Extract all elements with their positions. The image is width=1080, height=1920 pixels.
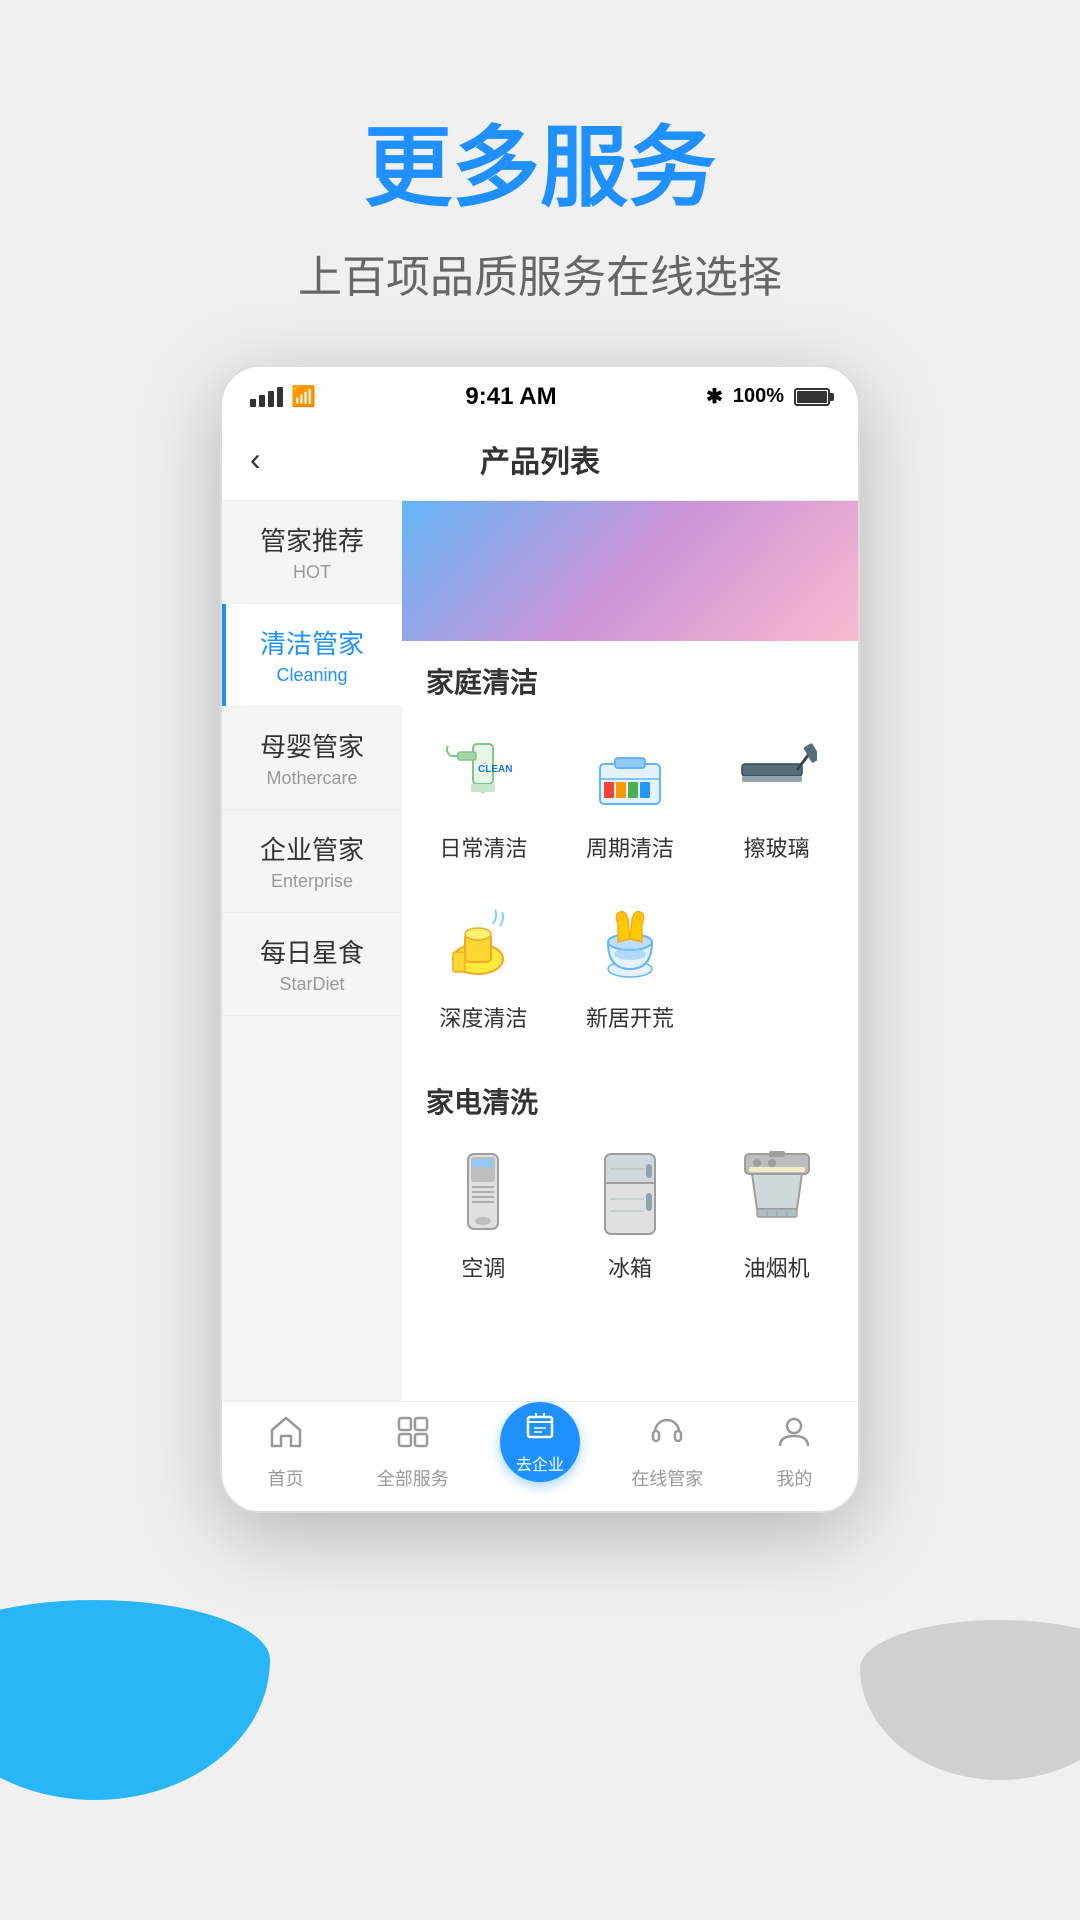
item-label: 周期清洁: [586, 831, 674, 863]
tab-item-home[interactable]: 首页: [222, 1414, 349, 1491]
sidebar-item-en: Mothercare: [238, 768, 386, 789]
tab-item-enterprise[interactable]: 去企业: [476, 1422, 603, 1482]
hero-title: 更多服务: [40, 120, 1040, 217]
page-title: 产品列表: [480, 437, 600, 481]
wifi-icon: 📶: [291, 384, 316, 409]
category-banner: [402, 501, 858, 641]
sidebar-item-mothercare[interactable]: 母婴管家 Mothercare: [222, 707, 402, 810]
sidebar-item-en: StarDiet: [238, 974, 386, 995]
home-cleaning-grid: CLEAN 日常清洁: [402, 713, 858, 1061]
phone-container: 📶 9:41 AM ✱ 100% ‹ 产品列表 管家推荐 HOT: [0, 365, 1080, 1553]
ac-icon: [433, 1149, 533, 1239]
item-label: 日常清洁: [439, 831, 527, 863]
tab-label: 我的: [776, 1465, 812, 1491]
item-label: 空调: [461, 1251, 505, 1283]
bg-decoration-left: [0, 1600, 270, 1800]
main-content: 家庭清洁 CLEAN: [402, 501, 858, 1401]
tab-label: 全部服务: [377, 1465, 449, 1491]
grid-icon: [395, 1414, 431, 1459]
sidebar-item-cleaning[interactable]: 清洁管家 Cleaning: [222, 604, 402, 707]
list-item[interactable]: 周期清洁: [557, 713, 704, 883]
headset-icon: [649, 1414, 685, 1459]
tab-item-profile[interactable]: 我的: [731, 1414, 858, 1491]
sidebar-item-en: Cleaning: [238, 665, 386, 686]
sidebar-item-enterprise[interactable]: 企业管家 Enterprise: [222, 810, 402, 913]
status-left: 📶: [250, 384, 316, 409]
sidebar-item-cn: 母婴管家: [238, 727, 386, 764]
list-item[interactable]: 擦玻璃: [703, 713, 850, 883]
sidebar-item-stardiet[interactable]: 每日星食 StarDiet: [222, 913, 402, 1016]
battery-percent: 100%: [733, 385, 784, 408]
svg-text:CLEAN: CLEAN: [478, 764, 512, 775]
list-item[interactable]: 油烟机: [703, 1133, 850, 1303]
sidebar-item-cn: 管家推荐: [238, 521, 386, 558]
home-icon: [268, 1414, 304, 1459]
window-cleaning-icon: [727, 729, 827, 819]
tab-bar: 首页 全部服务: [222, 1401, 858, 1511]
item-label: 新居开荒: [586, 1001, 674, 1033]
list-item[interactable]: 空调: [410, 1133, 557, 1303]
hero-section: 更多服务 上百项品质服务在线选择: [0, 0, 1080, 365]
status-right: ✱ 100%: [706, 384, 830, 409]
new-home-cleaning-icon: [580, 899, 680, 989]
item-label: 冰箱: [608, 1251, 652, 1283]
tab-label: 首页: [268, 1465, 304, 1491]
item-label: 深度清洁: [439, 1001, 527, 1033]
content-area: 管家推荐 HOT 清洁管家 Cleaning 母婴管家 Mothercare 企…: [222, 501, 858, 1401]
sidebar-item-cn: 清洁管家: [238, 624, 386, 661]
fridge-icon: [580, 1149, 680, 1239]
sidebar-item-cn: 每日星食: [238, 933, 386, 970]
enterprise-icon: [524, 1409, 556, 1449]
section-header-appliance: 家电清洗: [402, 1061, 858, 1133]
tab-item-all-services[interactable]: 全部服务: [349, 1414, 476, 1491]
battery-icon: [794, 388, 830, 406]
list-item[interactable]: CLEAN 日常清洁: [410, 713, 557, 883]
nav-bar: ‹ 产品列表: [222, 419, 858, 501]
sidebar-item-hot[interactable]: 管家推荐 HOT: [222, 501, 402, 604]
profile-icon: [776, 1414, 812, 1459]
status-time: 9:41 AM: [465, 383, 556, 411]
item-label: 擦玻璃: [744, 831, 810, 863]
section-header-home-cleaning: 家庭清洁: [402, 641, 858, 713]
sidebar: 管家推荐 HOT 清洁管家 Cleaning 母婴管家 Mothercare 企…: [222, 501, 402, 1401]
phone-mockup: 📶 9:41 AM ✱ 100% ‹ 产品列表 管家推荐 HOT: [220, 365, 860, 1513]
status-bar: 📶 9:41 AM ✱ 100%: [222, 367, 858, 419]
list-item[interactable]: 深度清洁: [410, 883, 557, 1053]
sidebar-item-en: Enterprise: [238, 871, 386, 892]
back-button[interactable]: ‹: [250, 437, 273, 482]
bluetooth-icon: ✱: [706, 384, 723, 409]
list-item[interactable]: 冰箱: [557, 1133, 704, 1303]
enterprise-tab-label: 去企业: [516, 1451, 564, 1475]
tab-label: 在线管家: [631, 1465, 703, 1491]
daily-cleaning-icon: CLEAN: [433, 729, 533, 819]
sidebar-item-en: HOT: [238, 562, 386, 583]
tab-item-manager[interactable]: 在线管家: [604, 1414, 731, 1491]
signal-icon: [250, 387, 283, 407]
appliance-cleaning-grid: 空调: [402, 1133, 858, 1311]
range-hood-icon: [727, 1149, 827, 1239]
item-label: 油烟机: [744, 1251, 810, 1283]
bg-decoration-right: [860, 1620, 1080, 1780]
deep-cleaning-icon: [433, 899, 533, 989]
list-item[interactable]: 新居开荒: [557, 883, 704, 1053]
hero-subtitle: 上百项品质服务在线选择: [40, 241, 1040, 305]
periodic-cleaning-icon: [580, 729, 680, 819]
enterprise-center-button[interactable]: 去企业: [500, 1402, 580, 1482]
sidebar-item-cn: 企业管家: [238, 830, 386, 867]
